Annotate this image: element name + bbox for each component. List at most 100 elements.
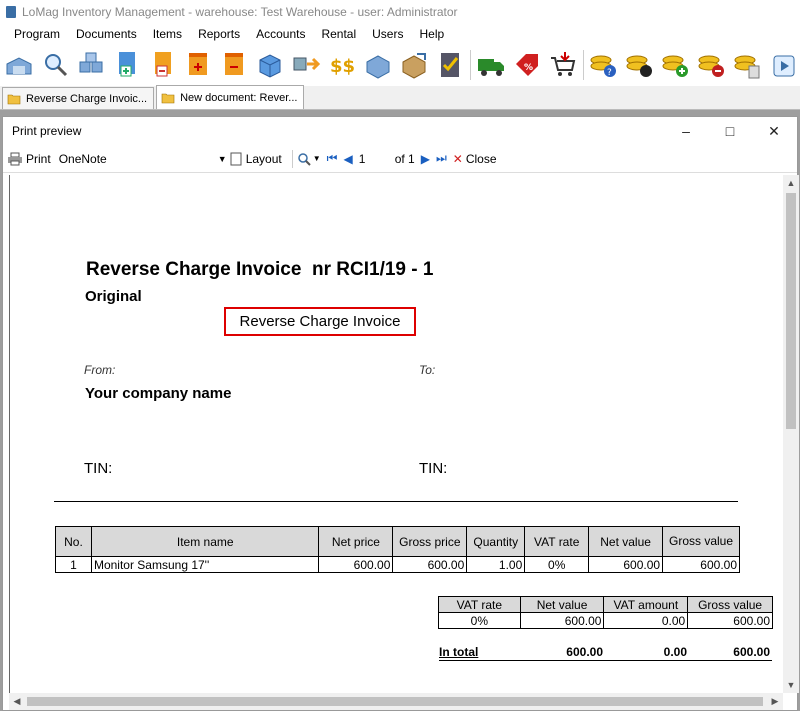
- printer-select[interactable]: OneNote ▼: [57, 152, 229, 166]
- close-preview-button[interactable]: ✕ Close: [453, 152, 497, 166]
- payments-query-button[interactable]: ?: [587, 48, 621, 82]
- prices-button[interactable]: $$: [325, 48, 359, 82]
- menu-program[interactable]: Program: [6, 27, 68, 41]
- items-list-button[interactable]: [74, 48, 108, 82]
- printer-icon: [8, 152, 22, 165]
- app-icon: [6, 6, 16, 18]
- minimize-button[interactable]: –: [663, 117, 709, 145]
- tab-reverse-charge-invoice[interactable]: Reverse Charge Invoic...: [2, 87, 155, 109]
- document-tabs: Reverse Charge Invoic... New document: R…: [0, 85, 800, 110]
- col-header: Gross value: [687, 596, 773, 613]
- table-row: 1 Monitor Samsung 17'' 600.00 600.00 1.0…: [55, 556, 740, 573]
- payments-sync-button[interactable]: [622, 48, 656, 82]
- prev-page-button[interactable]: ◀: [343, 152, 352, 166]
- close-x-icon: ✕: [452, 151, 463, 166]
- toolbar-separator: [582, 50, 584, 80]
- table-row: 0% 600.00 0.00 600.00: [438, 612, 773, 629]
- col-header: VAT rate: [524, 526, 590, 557]
- col-header: Item name: [90, 526, 320, 557]
- col-header: Net value: [588, 526, 664, 557]
- col-header: Quantity: [466, 526, 526, 557]
- next-toolbar-button[interactable]: [766, 48, 800, 82]
- play-icon: [773, 55, 795, 77]
- search-items-button[interactable]: [38, 48, 72, 82]
- document-minus-icon: [154, 52, 171, 77]
- print-preview-title: Print preview: [12, 124, 82, 138]
- close-label: Close: [465, 151, 497, 166]
- col-header: No.: [55, 526, 92, 557]
- payments-remove-button[interactable]: [694, 48, 728, 82]
- svg-text:%: %: [524, 63, 533, 73]
- item-quantity: 1.00: [466, 556, 526, 573]
- total-row: In total 600.00 0.00 600.00: [439, 645, 772, 661]
- menu-accounts[interactable]: Accounts: [248, 27, 313, 41]
- layout-button[interactable]: Layout: [229, 152, 282, 166]
- last-page-icon: ⏭: [435, 151, 447, 165]
- print-button[interactable]: Print: [7, 152, 51, 166]
- delivery-button[interactable]: [397, 48, 431, 82]
- boxes-icon: [79, 52, 103, 73]
- maximize-button[interactable]: □: [707, 117, 753, 145]
- horizontal-scrollbar[interactable]: ◀ ▶: [9, 693, 783, 710]
- next-page-icon: ▶: [420, 151, 430, 166]
- cash-report-button[interactable]: [730, 48, 764, 82]
- menu-reports[interactable]: Reports: [190, 27, 248, 41]
- folder-icon: [161, 93, 175, 103]
- add-document-button[interactable]: [182, 48, 216, 82]
- page-number-input[interactable]: 1: [359, 152, 389, 166]
- vat-amount: 0.00: [603, 612, 689, 629]
- item-net-price: 600.00: [318, 556, 394, 573]
- shipping-button[interactable]: [474, 48, 508, 82]
- menu-users[interactable]: Users: [364, 27, 411, 41]
- magnifier-icon: [44, 54, 67, 77]
- coins-plus-icon: [662, 55, 689, 77]
- minimize-icon: –: [682, 123, 690, 139]
- add-received-button[interactable]: [110, 48, 144, 82]
- discount-button[interactable]: %: [510, 48, 544, 82]
- issue-button[interactable]: [146, 48, 180, 82]
- page-layout-icon: [230, 152, 242, 165]
- scroll-up-icon[interactable]: ▲: [783, 175, 799, 191]
- invoice-title: Reverse Charge Invoice nr RCI1/19 - 1: [86, 259, 434, 280]
- scroll-down-icon[interactable]: ▼: [783, 677, 799, 693]
- main-toolbar: $$ % ?: [0, 44, 800, 86]
- stock-button[interactable]: [253, 48, 287, 82]
- payments-add-button[interactable]: [658, 48, 692, 82]
- menu-help[interactable]: Help: [411, 27, 452, 41]
- transfer-button[interactable]: [289, 48, 323, 82]
- total-vat: 0.00: [663, 645, 687, 659]
- tab-label: New document: Rever...: [180, 91, 298, 104]
- scroll-left-icon[interactable]: ◀: [9, 693, 25, 710]
- sales-button[interactable]: [546, 48, 580, 82]
- inventory-button[interactable]: [361, 48, 395, 82]
- scroll-right-icon[interactable]: ▶: [767, 693, 783, 710]
- vat-gross: 600.00: [687, 612, 773, 629]
- svg-text:$$: $$: [330, 56, 355, 77]
- page-count: of 1: [394, 151, 415, 166]
- menu-documents[interactable]: Documents: [68, 27, 145, 41]
- close-window-button[interactable]: ✕: [751, 117, 797, 145]
- col-header: Net value: [519, 596, 605, 613]
- tab-label: Reverse Charge Invoic...: [26, 92, 148, 105]
- menu-items[interactable]: Items: [145, 27, 190, 41]
- menu-rental[interactable]: Rental: [313, 27, 364, 41]
- scroll-thumb[interactable]: [27, 697, 763, 706]
- last-page-button[interactable]: ⏭: [436, 151, 447, 166]
- vat-summary-table: VAT rate Net value VAT amount Gross valu…: [438, 596, 773, 629]
- zoom-button[interactable]: ▼: [297, 152, 321, 166]
- tasks-button[interactable]: [433, 48, 467, 82]
- truck-icon: [477, 59, 504, 76]
- maximize-icon: □: [725, 123, 735, 139]
- copy-label: Original: [85, 288, 142, 305]
- blue-box-icon: [259, 54, 281, 78]
- tab-new-document[interactable]: New document: Rever...: [156, 85, 305, 109]
- first-page-button[interactable]: ⏮: [327, 151, 338, 166]
- scroll-thumb[interactable]: [786, 193, 796, 429]
- coins-minus-icon: [698, 55, 725, 77]
- document-plus-icon: [118, 52, 135, 77]
- remove-document-button[interactable]: [217, 48, 251, 82]
- warehouses-button[interactable]: [2, 48, 36, 82]
- next-page-button[interactable]: ▶: [421, 152, 430, 166]
- vertical-scrollbar[interactable]: ▲ ▼: [783, 175, 799, 693]
- item-name: Monitor Samsung 17'': [90, 556, 320, 573]
